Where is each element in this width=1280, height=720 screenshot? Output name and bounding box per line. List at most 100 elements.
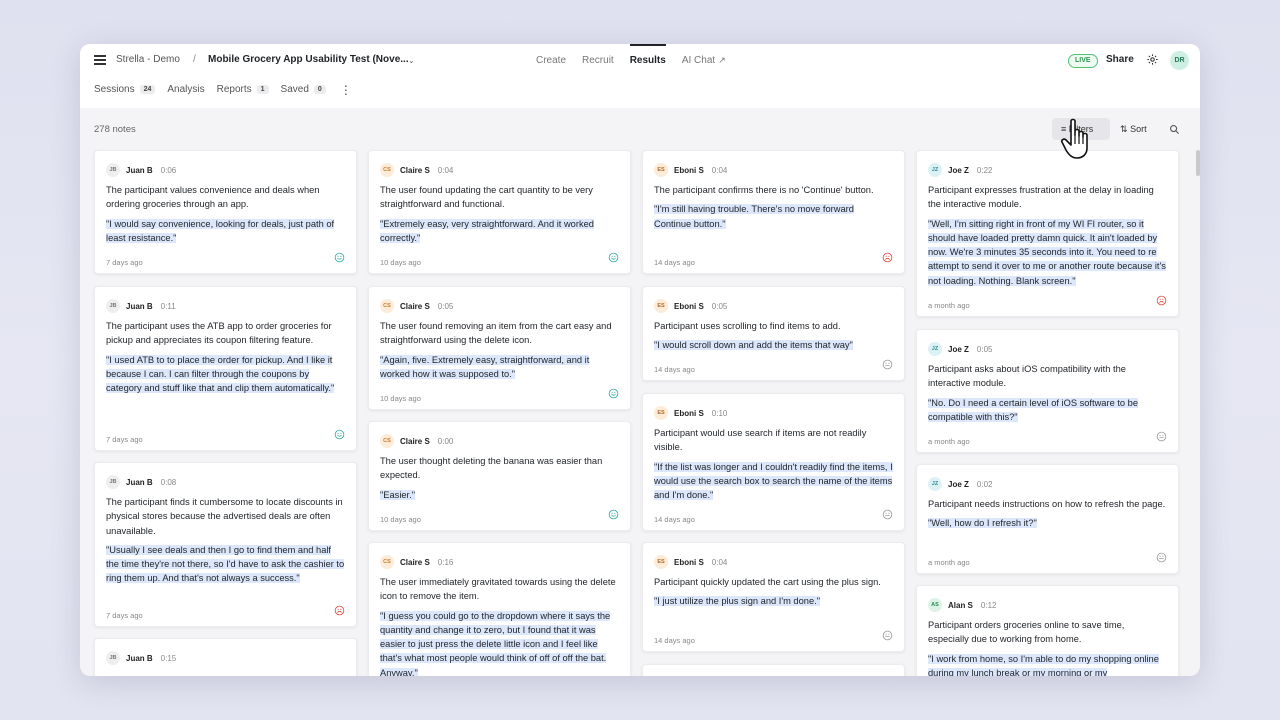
- sort-button[interactable]: ⇅ Sort: [1120, 124, 1147, 135]
- tab-ai-chat-label: AI Chat: [681, 55, 716, 66]
- note-card[interactable]: JB Juan B 0:11 The participant uses the ATB…: [94, 286, 357, 451]
- note-summary: The participant values convenience and d…: [106, 185, 320, 210]
- tab-recruit[interactable]: Recruit: [582, 44, 614, 76]
- more-vertical-icon[interactable]: ⋮: [340, 84, 352, 96]
- filters-label: Filters: [1068, 124, 1094, 134]
- quote-text: "Extremely easy, very straightforward. A…: [380, 218, 594, 243]
- card-footer: 14 days ago: [654, 509, 893, 524]
- negative-sentiment-icon: [882, 252, 893, 263]
- filters-button[interactable]: ≡ Filters: [1052, 118, 1110, 140]
- note-quote: "I would say convenience, looking for de…: [106, 217, 345, 246]
- timestamp-link[interactable]: 0:05: [977, 345, 993, 354]
- scrollbar[interactable]: [1196, 150, 1200, 176]
- card-footer: 10 days ago: [380, 509, 619, 524]
- note-card[interactable]: JB Juan B 0:08 The participant finds it cum…: [94, 462, 357, 627]
- participant-avatar: JZ: [928, 477, 942, 491]
- card-header: JB Juan B 0:11: [106, 299, 345, 313]
- card-header: JB Juan B 0:15: [106, 651, 345, 665]
- subtab-reports[interactable]: Reports 1: [217, 84, 269, 95]
- tab-ai-chat[interactable]: AI Chat ↗: [682, 44, 726, 76]
- chevron-down-icon[interactable]: ⌄: [408, 56, 415, 65]
- timestamp-link[interactable]: 0:02: [977, 480, 993, 489]
- timestamp-link[interactable]: 0:22: [977, 166, 993, 175]
- neutral-sentiment-icon: [1156, 552, 1167, 563]
- timestamp-link[interactable]: 0:11: [161, 302, 176, 311]
- participant-avatar: CS: [380, 163, 394, 177]
- avatar[interactable]: DR: [1170, 51, 1189, 70]
- relative-date: a month ago: [928, 558, 970, 567]
- note-card[interactable]: CS Claire S 0:04 The user found updating th…: [368, 150, 631, 274]
- note-card[interactable]: CS Claire S 0:16 The user immediately gravi…: [368, 542, 631, 676]
- note-card[interactable]: CS Claire S 0:00 The user thought deleting …: [368, 421, 631, 531]
- card-header: JZ Joe Z 0:05: [928, 342, 1167, 356]
- note-card[interactable]: AS Alan S 0:12 Participant orders groceries…: [916, 585, 1179, 676]
- timestamp-link[interactable]: 0:15: [161, 654, 177, 663]
- note-card[interactable]: CS Claire S 0:05 The user found removing an…: [368, 286, 631, 410]
- top-bar: Strella - Demo / Mobile Grocery App Usab…: [80, 44, 1200, 108]
- card-header: JB Juan B 0:08: [106, 475, 345, 489]
- participant-avatar: JZ: [928, 163, 942, 177]
- subtab-sessions[interactable]: Sessions 24: [94, 84, 156, 95]
- card-footer: 7 days ago: [106, 252, 345, 267]
- relative-date: 14 days ago: [654, 365, 695, 374]
- card-footer: 14 days ago: [654, 252, 893, 267]
- note-summary: Participant needs instructions on how to…: [928, 499, 1166, 509]
- note-quote: "I'm still having trouble. There's no mo…: [654, 202, 893, 231]
- subtab-analysis-label: Analysis: [167, 84, 205, 95]
- participant-avatar: JZ: [928, 342, 942, 356]
- quote-text: "I guess you could go to the dropdown wh…: [380, 610, 611, 676]
- quote-text: "No. Do I need a certain level of iOS so…: [928, 397, 1139, 422]
- participant-avatar: ES: [654, 163, 668, 177]
- timestamp-link[interactable]: 0:00: [438, 437, 454, 446]
- subtab-reports-label: Reports: [216, 84, 252, 95]
- timestamp-link[interactable]: 0:16: [438, 558, 454, 567]
- card-header: JZ Joe Z 0:02: [928, 477, 1167, 491]
- subtab-analysis[interactable]: Analysis: [167, 84, 204, 95]
- relative-date: 10 days ago: [380, 394, 421, 403]
- gear-icon[interactable]: [1146, 53, 1159, 66]
- timestamp-link[interactable]: 0:10: [712, 409, 728, 418]
- breadcrumb-study[interactable]: Mobile Grocery App Usability Test (Nove.…: [208, 54, 409, 65]
- participant-name: Alan S: [948, 600, 973, 610]
- card-header: CS Claire S 0:05: [380, 299, 619, 313]
- note-card[interactable]: ES Eboni S 0:05 Participant uses scrolling …: [642, 286, 905, 381]
- note-card[interactable]: ES Eboni S 0:04 Participant quickly updated…: [642, 542, 905, 652]
- share-button[interactable]: Share: [1106, 54, 1134, 65]
- note-card[interactable]: JZ Joe Z 0:02 Participant needs instruction…: [916, 464, 1179, 574]
- note-card[interactable]: [642, 664, 905, 676]
- card-footer: 14 days ago: [654, 359, 893, 374]
- menu-icon[interactable]: [94, 55, 106, 67]
- tab-create[interactable]: Create: [536, 44, 566, 76]
- timestamp-link[interactable]: 0:04: [712, 558, 728, 567]
- note-quote: "No. Do I need a certain level of iOS so…: [928, 396, 1167, 425]
- note-summary: The participant finds it cumbersome to l…: [106, 497, 343, 536]
- timestamp-link[interactable]: 0:04: [438, 166, 454, 175]
- live-badge: LIVE: [1068, 54, 1098, 68]
- breadcrumb-project[interactable]: Strella - Demo: [116, 54, 180, 65]
- timestamp-link[interactable]: 0:04: [712, 166, 728, 175]
- participant-avatar: JB: [106, 475, 120, 489]
- note-card[interactable]: ES Eboni S 0:10 Participant would use searc…: [642, 393, 905, 531]
- timestamp-link[interactable]: 0:05: [438, 302, 454, 311]
- subtab-saved-label: Saved: [280, 84, 309, 95]
- timestamp-link[interactable]: 0:06: [161, 166, 177, 175]
- tab-results[interactable]: Results: [629, 44, 666, 76]
- participant-avatar: ES: [654, 299, 668, 313]
- note-card[interactable]: JZ Joe Z 0:22 Participant expresses frustra…: [916, 150, 1179, 317]
- note-card[interactable]: JB Juan B 0:06 The participant values conve…: [94, 150, 357, 274]
- search-icon[interactable]: [1169, 124, 1180, 135]
- card-footer: a month ago: [928, 431, 1167, 446]
- timestamp-link[interactable]: 0:12: [981, 601, 997, 610]
- note-card[interactable]: JB Juan B 0:15: [94, 638, 357, 676]
- note-summary: Participant would use search if items ar…: [654, 428, 867, 453]
- card-header: ES Eboni S 0:05: [654, 299, 893, 313]
- participant-name: Eboni S: [674, 408, 704, 418]
- note-quote: "Well, how do I refresh it?": [928, 516, 1167, 530]
- timestamp-link[interactable]: 0:08: [161, 478, 177, 487]
- note-card[interactable]: ES Eboni S 0:04 The participant confirms th…: [642, 150, 905, 274]
- timestamp-link[interactable]: 0:05: [712, 302, 728, 311]
- note-card[interactable]: JZ Joe Z 0:05 Participant asks about iOS co…: [916, 329, 1179, 453]
- subtab-saved[interactable]: Saved 0: [281, 84, 326, 95]
- neutral-sentiment-icon: [882, 359, 893, 370]
- note-summary: Participant quickly updated the cart usi…: [654, 577, 881, 587]
